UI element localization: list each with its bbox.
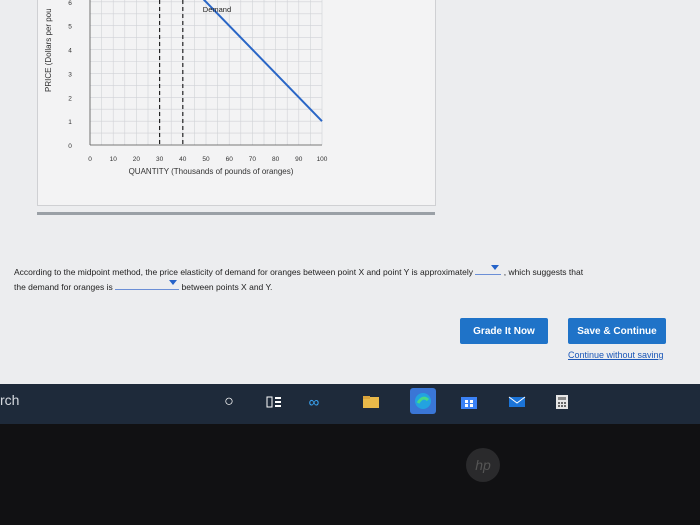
y-tick-label: 4: [68, 48, 72, 55]
browser-content: 0 10 20 30 40 50 60 70 80 90 100 0 1 2 3 4 5 6 QUANTITY (T…: [0, 0, 700, 388]
question-text: According to the midpoint method, the pr…: [14, 264, 682, 294]
question-part-2: , which suggests that: [503, 267, 584, 277]
x-tick-label: 80: [272, 156, 280, 163]
y-tick-label: 3: [68, 71, 72, 78]
task-view-icon[interactable]: [265, 393, 283, 411]
store-icon[interactable]: [460, 393, 478, 411]
chevron-down-icon: [491, 265, 500, 270]
y-tick-label: 0: [68, 143, 72, 150]
edge-browser-icon[interactable]: [410, 388, 436, 414]
y-axis-label: PRICE (Dollars per pou: [44, 8, 53, 92]
laptop-bezel: [0, 424, 700, 525]
y-tick-label: 1: [68, 119, 72, 126]
circle-search-icon[interactable]: ○: [220, 393, 238, 411]
y-tick-label: 5: [68, 24, 72, 31]
x-tick-label: 70: [249, 156, 257, 163]
x-tick-label: 60: [226, 156, 234, 163]
x-tick-label: 0: [88, 156, 92, 163]
x-tick-label: 10: [110, 156, 118, 163]
infinity-app-icon[interactable]: ∞: [305, 393, 323, 411]
taskbar: [0, 384, 700, 424]
hp-logo-icon: hp: [466, 448, 500, 482]
mail-icon[interactable]: [508, 393, 526, 411]
y-tick-label: 6: [68, 0, 72, 7]
x-axis-label: QUANTITY (Thousands of pounds of oranges…: [129, 167, 294, 176]
x-tick-label: 20: [133, 156, 141, 163]
demand-chart: 0 10 20 30 40 50 60 70 80 90 100 0 1 2 3 4 5 6 QUANTITY (T…: [68, 0, 328, 176]
x-tick-label: 100: [317, 156, 328, 163]
taskbar-search-text[interactable]: rch: [0, 392, 19, 408]
grade-it-now-button[interactable]: Grade It Now: [460, 318, 548, 344]
demand-type-dropdown[interactable]: [115, 279, 180, 290]
continue-without-saving-link[interactable]: Continue without saving: [568, 350, 664, 360]
elasticity-dropdown[interactable]: [475, 264, 502, 275]
x-tick-label: 50: [202, 156, 210, 163]
file-explorer-icon[interactable]: [362, 393, 380, 411]
x-tick-label: 90: [295, 156, 303, 163]
demand-label: Demand: [203, 5, 231, 14]
x-tick-label: 40: [179, 156, 187, 163]
question-part-3: the demand for oranges is: [14, 282, 113, 292]
calculator-icon[interactable]: [553, 393, 571, 411]
chevron-down-icon: [169, 280, 178, 285]
question-part-4: between points X and Y.: [181, 282, 273, 292]
x-tick-label: 30: [156, 156, 164, 163]
save-continue-button[interactable]: Save & Continue: [568, 318, 666, 344]
section-divider: [37, 212, 435, 215]
y-tick-label: 2: [68, 95, 72, 102]
question-part-1: According to the midpoint method, the pr…: [14, 267, 473, 277]
